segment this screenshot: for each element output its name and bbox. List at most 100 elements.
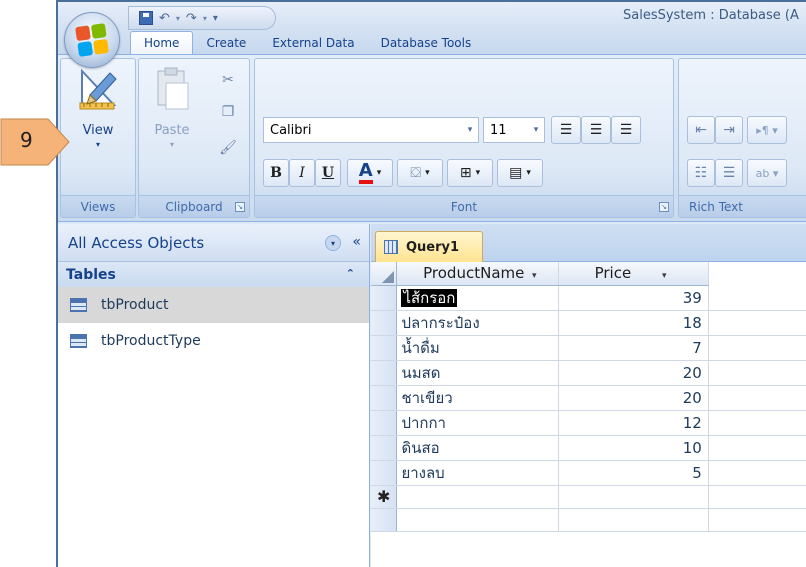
underline-button[interactable]: U xyxy=(315,159,341,187)
select-all-corner[interactable] xyxy=(371,262,398,286)
numbering-button[interactable]: ☷ xyxy=(687,159,715,187)
nav-item-tbproducttype[interactable]: tbProductType xyxy=(58,323,369,359)
nav-item-tbproduct[interactable]: tbProduct xyxy=(58,287,369,323)
column-header-productname[interactable]: ProductName ▾ xyxy=(396,262,560,286)
alternate-fill-button[interactable]: ▤ ▾ xyxy=(497,159,543,187)
row-selector[interactable] xyxy=(371,410,398,436)
table-row[interactable]: ปากกา 12 xyxy=(371,410,806,436)
table-row[interactable]: ปลากระป๋อง 18 xyxy=(371,310,806,336)
cell-empty xyxy=(708,485,806,509)
align-center-button[interactable]: ☰ xyxy=(581,116,611,144)
font-name-dropdown-icon[interactable]: ▾ xyxy=(462,118,478,142)
bold-button[interactable]: B xyxy=(263,159,289,187)
navigation-pane: All Access Objects ▾ « Tables ⌃ tbProduc… xyxy=(58,224,370,567)
ribbon: View ▾ Views Paste ▾ ✂ ❐ 🖌 Clipboard ↘ C… xyxy=(58,54,806,222)
save-icon[interactable] xyxy=(139,9,153,27)
cell-productname[interactable]: ไส้กรอก xyxy=(396,285,560,311)
cell-productname[interactable]: ปลากระป๋อง xyxy=(396,310,560,336)
chevron-up-icon[interactable]: ⌃ xyxy=(346,267,355,280)
cut-icon[interactable]: ✂ xyxy=(219,71,237,89)
italic-label: I xyxy=(299,165,305,181)
office-button[interactable] xyxy=(64,12,120,68)
copy-icon[interactable]: ❐ xyxy=(219,103,237,121)
column-filter-icon[interactable]: ▾ xyxy=(529,271,537,281)
highlight-button[interactable]: ab ▾ xyxy=(747,159,787,187)
italic-button[interactable]: I xyxy=(289,159,315,187)
font-size-combo[interactable]: 11 ▾ xyxy=(483,117,545,143)
row-selector[interactable] xyxy=(371,335,398,361)
cell-productname[interactable]: น้ำดื่ม xyxy=(396,335,560,361)
font-name-combo[interactable]: Calibri ▾ xyxy=(263,117,479,143)
tab-database-tools[interactable]: Database Tools xyxy=(368,31,485,54)
nav-item-label: tbProduct xyxy=(101,297,169,313)
paste-button[interactable]: Paste ▾ xyxy=(145,65,199,171)
nav-pane-menu-icon[interactable]: ▾ xyxy=(325,235,341,251)
cell-price[interactable]: 7 xyxy=(558,335,709,361)
redo-icon[interactable]: ↷ xyxy=(186,9,197,27)
new-record-row[interactable]: ✱ xyxy=(371,485,806,509)
rich-text-group-label-text: Rich Text xyxy=(689,199,743,214)
view-button[interactable]: View ▾ xyxy=(67,65,129,171)
gridlines-dropdown-icon[interactable]: ▾ xyxy=(476,168,481,178)
row-selector[interactable] xyxy=(371,360,398,386)
row-selector[interactable] xyxy=(371,435,398,461)
cell-price[interactable]: 20 xyxy=(558,385,709,411)
title-bar: ↶ ▾ ↷ ▾ ▾ SalesSystem : Database (A Home… xyxy=(58,2,806,54)
format-painter-icon[interactable]: 🖌 xyxy=(219,139,237,157)
align-left-button[interactable]: ☰ xyxy=(551,116,581,144)
column-header-price[interactable]: Price ▾ xyxy=(558,262,709,286)
alternate-fill-dropdown-icon[interactable]: ▾ xyxy=(526,168,531,178)
cell-price[interactable]: 20 xyxy=(558,360,709,386)
cell-price[interactable]: 39 xyxy=(558,285,709,311)
tab-create[interactable]: Create xyxy=(193,31,259,54)
cell-productname[interactable]: ดินสอ xyxy=(396,435,560,461)
fill-color-dropdown-icon[interactable]: ▾ xyxy=(425,168,430,178)
new-record-icon[interactable]: ✱ xyxy=(371,485,398,509)
cell-productname[interactable]: ยางลบ xyxy=(396,460,560,486)
tab-query1[interactable]: Query1 xyxy=(375,231,483,262)
row-selector[interactable] xyxy=(371,285,398,311)
cell-price[interactable]: 10 xyxy=(558,435,709,461)
clipboard-group-label-text: Clipboard xyxy=(165,199,223,214)
cell-productname-new[interactable] xyxy=(396,485,560,509)
align-right-button[interactable]: ☰ xyxy=(611,116,641,144)
font-launcher-icon[interactable]: ↘ xyxy=(659,202,669,212)
nav-section-tables[interactable]: Tables ⌃ xyxy=(58,262,369,287)
cell-price[interactable]: 5 xyxy=(558,460,709,486)
decrease-indent-button[interactable]: ⇤ xyxy=(687,116,715,144)
cell-price[interactable]: 12 xyxy=(558,410,709,436)
tab-home[interactable]: Home xyxy=(130,31,194,54)
cell-price-new[interactable] xyxy=(558,485,709,509)
nav-pane-collapse-icon[interactable]: « xyxy=(352,234,361,250)
column-filter-icon[interactable]: ▾ xyxy=(662,271,667,281)
customize-qat-icon[interactable]: ▾ xyxy=(213,9,218,27)
table-row[interactable]: ชาเขียว 20 xyxy=(371,385,806,411)
cell-productname[interactable]: ชาเขียว xyxy=(396,385,560,411)
cell-price[interactable]: 18 xyxy=(558,310,709,336)
increase-indent-button[interactable]: ⇥ xyxy=(715,116,743,144)
text-direction-button[interactable]: ▸¶ ▾ xyxy=(747,116,787,144)
table-row[interactable]: ยางลบ 5 xyxy=(371,460,806,486)
nav-pane-header[interactable]: All Access Objects ▾ « xyxy=(58,224,369,262)
tab-external-data[interactable]: External Data xyxy=(259,31,367,54)
row-selector[interactable] xyxy=(371,310,398,336)
column-header-empty xyxy=(708,262,806,285)
cell-productname[interactable]: นมสด xyxy=(396,360,560,386)
font-color-button[interactable]: A ▾ xyxy=(347,159,393,187)
table-row[interactable]: ไส้กรอก 39 xyxy=(371,285,806,311)
undo-dropdown-icon[interactable]: ▾ xyxy=(176,14,180,23)
cell-productname[interactable]: ปากกา xyxy=(396,410,560,436)
table-row[interactable]: น้ำดื่ม 7 xyxy=(371,335,806,361)
row-selector[interactable] xyxy=(371,460,398,486)
fill-color-button[interactable]: ⛋ ▾ xyxy=(397,159,443,187)
gridlines-button[interactable]: ⊞ ▾ xyxy=(447,159,493,187)
clipboard-launcher-icon[interactable]: ↘ xyxy=(235,202,245,212)
table-row[interactable]: ดินสอ 10 xyxy=(371,435,806,461)
table-row[interactable]: นมสด 20 xyxy=(371,360,806,386)
bullets-button[interactable]: ☰ xyxy=(715,159,743,187)
redo-dropdown-icon[interactable]: ▾ xyxy=(203,14,207,23)
font-color-dropdown-icon[interactable]: ▾ xyxy=(377,168,382,178)
row-selector[interactable] xyxy=(371,385,398,411)
undo-icon[interactable]: ↶ xyxy=(159,9,170,27)
font-size-dropdown-icon[interactable]: ▾ xyxy=(528,118,544,142)
